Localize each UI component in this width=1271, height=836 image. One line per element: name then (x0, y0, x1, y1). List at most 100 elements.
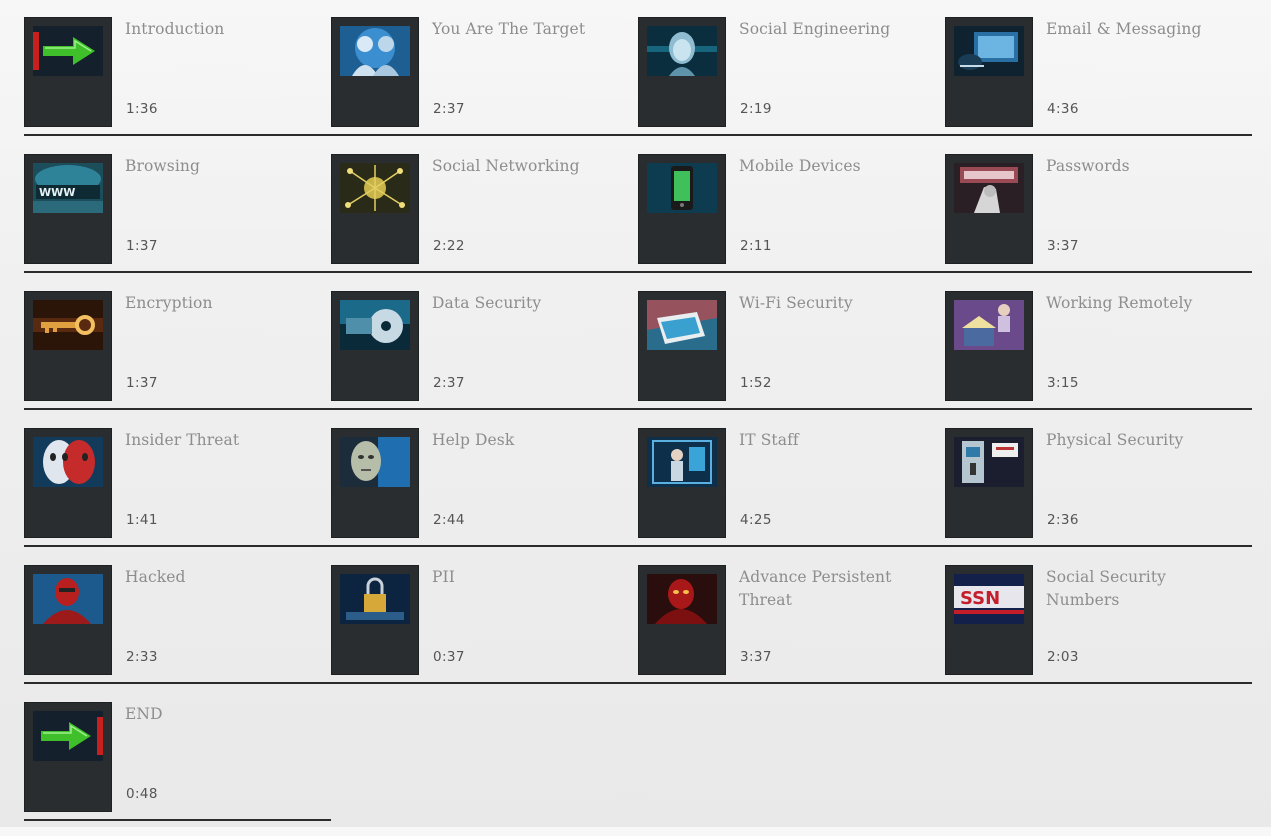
module-tile-browsing[interactable]: WWW Browsing 1:37 (24, 151, 331, 273)
module-title: Browsing (125, 157, 201, 175)
module-duration: 1:36 (126, 101, 158, 117)
module-tile-advance-persistent-threat[interactable]: Advance Persistent Threat 3:37 (638, 562, 945, 684)
padlock-icon (340, 574, 410, 624)
module-thumbnail[interactable] (24, 428, 112, 538)
module-thumbnail[interactable] (331, 428, 419, 538)
module-duration: 3:37 (740, 649, 772, 665)
disc-icon (340, 300, 410, 350)
laptop-icon (647, 300, 717, 350)
svg-text:WWW: WWW (39, 186, 75, 199)
module-thumbnail[interactable] (945, 428, 1033, 538)
module-title: Hacked (125, 568, 186, 586)
module-thumbnail[interactable] (331, 565, 419, 675)
module-duration: 1:37 (126, 238, 158, 254)
red-hacker-icon (647, 574, 717, 624)
module-thumbnail[interactable] (638, 17, 726, 127)
module-thumbnail[interactable] (24, 565, 112, 675)
module-thumbnail[interactable] (945, 291, 1033, 401)
module-title: PII (432, 568, 455, 586)
module-thumbnail[interactable] (331, 291, 419, 401)
module-tile-mobile-devices[interactable]: Mobile Devices 2:11 (638, 151, 945, 273)
module-thumbnail[interactable] (24, 702, 112, 812)
module-duration: 1:37 (126, 375, 158, 391)
module-tile-working-remotely[interactable]: Working Remotely 3:15 (945, 288, 1252, 410)
module-tile-passwords[interactable]: Passwords 3:37 (945, 151, 1252, 273)
module-thumbnail[interactable] (945, 17, 1033, 127)
module-thumbnail[interactable] (331, 154, 419, 264)
password-icon (954, 163, 1024, 213)
module-tile-email-messaging[interactable]: Email & Messaging 4:36 (945, 14, 1252, 136)
module-tile-data-security[interactable]: Data Security 2:37 (331, 288, 638, 410)
module-tile-physical-security[interactable]: Physical Security 2:36 (945, 425, 1252, 547)
module-duration: 1:52 (740, 375, 772, 391)
module-title: Email & Messaging (1046, 20, 1202, 38)
module-thumbnail[interactable] (638, 565, 726, 675)
module-duration: 1:41 (126, 512, 158, 528)
module-tile-it-staff[interactable]: IT Staff 4:25 (638, 425, 945, 547)
network-icon (340, 163, 410, 213)
module-title: Social Engineering (739, 20, 891, 38)
module-tile-hacked[interactable]: Hacked 2:33 (24, 562, 331, 684)
svg-text:SSN: SSN (960, 588, 1000, 609)
hacker-icon (33, 574, 103, 624)
module-thumbnail[interactable] (638, 154, 726, 264)
module-title: Physical Security (1046, 431, 1184, 449)
arrow-right-icon (33, 711, 103, 761)
module-thumbnail[interactable] (638, 428, 726, 538)
module-tile-social-security-numbers[interactable]: SSN Social Security Numbers 2:03 (945, 562, 1252, 684)
arrow-right-icon (33, 26, 103, 76)
module-thumbnail[interactable] (638, 291, 726, 401)
door-keypad-icon (954, 437, 1024, 487)
module-thumbnail[interactable] (945, 154, 1033, 264)
module-tile-encryption[interactable]: Encryption 1:37 (24, 288, 331, 410)
module-duration: 3:15 (1047, 375, 1079, 391)
module-tile-social-engineering[interactable]: Social Engineering 2:19 (638, 14, 945, 136)
module-thumbnail[interactable]: SSN (945, 565, 1033, 675)
phone-icon (647, 163, 717, 213)
robot-face-icon (340, 437, 410, 487)
module-duration: 2:37 (433, 101, 465, 117)
module-duration: 3:37 (1047, 238, 1079, 254)
module-duration: 0:37 (433, 649, 465, 665)
module-title: Passwords (1046, 157, 1130, 175)
module-title: Wi-Fi Security (739, 294, 853, 312)
module-tile-help-desk[interactable]: Help Desk 2:44 (331, 425, 638, 547)
module-duration: 0:48 (126, 786, 158, 802)
module-title: Data Security (432, 294, 542, 312)
module-thumbnail[interactable] (331, 17, 419, 127)
module-tile-wi-fi-security[interactable]: Wi-Fi Security 1:52 (638, 288, 945, 410)
face-scan-icon (647, 26, 717, 76)
module-title: Encryption (125, 294, 213, 312)
module-thumbnail[interactable] (24, 291, 112, 401)
module-title: Social Networking (432, 157, 580, 175)
module-title: Social Security Numbers (1046, 568, 1167, 609)
www-icon: WWW (33, 163, 103, 213)
module-title: END (125, 705, 163, 723)
it-staff-icon (647, 437, 717, 487)
module-tile-you-are-the-target[interactable]: You Are The Target 2:37 (331, 14, 638, 136)
module-tile-social-networking[interactable]: Social Networking 2:22 (331, 151, 638, 273)
module-duration: 4:36 (1047, 101, 1079, 117)
module-duration: 2:19 (740, 101, 772, 117)
module-duration: 2:03 (1047, 649, 1079, 665)
module-tile-insider-threat[interactable]: Insider Threat 1:41 (24, 425, 331, 547)
module-title: Help Desk (432, 431, 515, 449)
module-duration: 2:11 (740, 238, 772, 254)
module-thumbnail[interactable]: WWW (24, 154, 112, 264)
module-title: You Are The Target (432, 20, 586, 38)
target-people-icon (340, 26, 410, 76)
module-duration: 2:22 (433, 238, 465, 254)
module-tile-end[interactable]: END 0:48 (24, 699, 331, 821)
masks-icon (33, 437, 103, 487)
module-duration: 2:44 (433, 512, 465, 528)
module-tile-pii[interactable]: PII 0:37 (331, 562, 638, 684)
module-thumbnail[interactable] (24, 17, 112, 127)
module-tile-introduction[interactable]: Introduction 1:36 (24, 14, 331, 136)
module-title: Insider Threat (125, 431, 240, 449)
module-title: Mobile Devices (739, 157, 861, 175)
module-duration: 2:37 (433, 375, 465, 391)
module-title: Introduction (125, 20, 225, 38)
module-duration: 2:33 (126, 649, 158, 665)
remote-work-icon (954, 300, 1024, 350)
module-title: Advance Persistent Threat (739, 568, 892, 609)
